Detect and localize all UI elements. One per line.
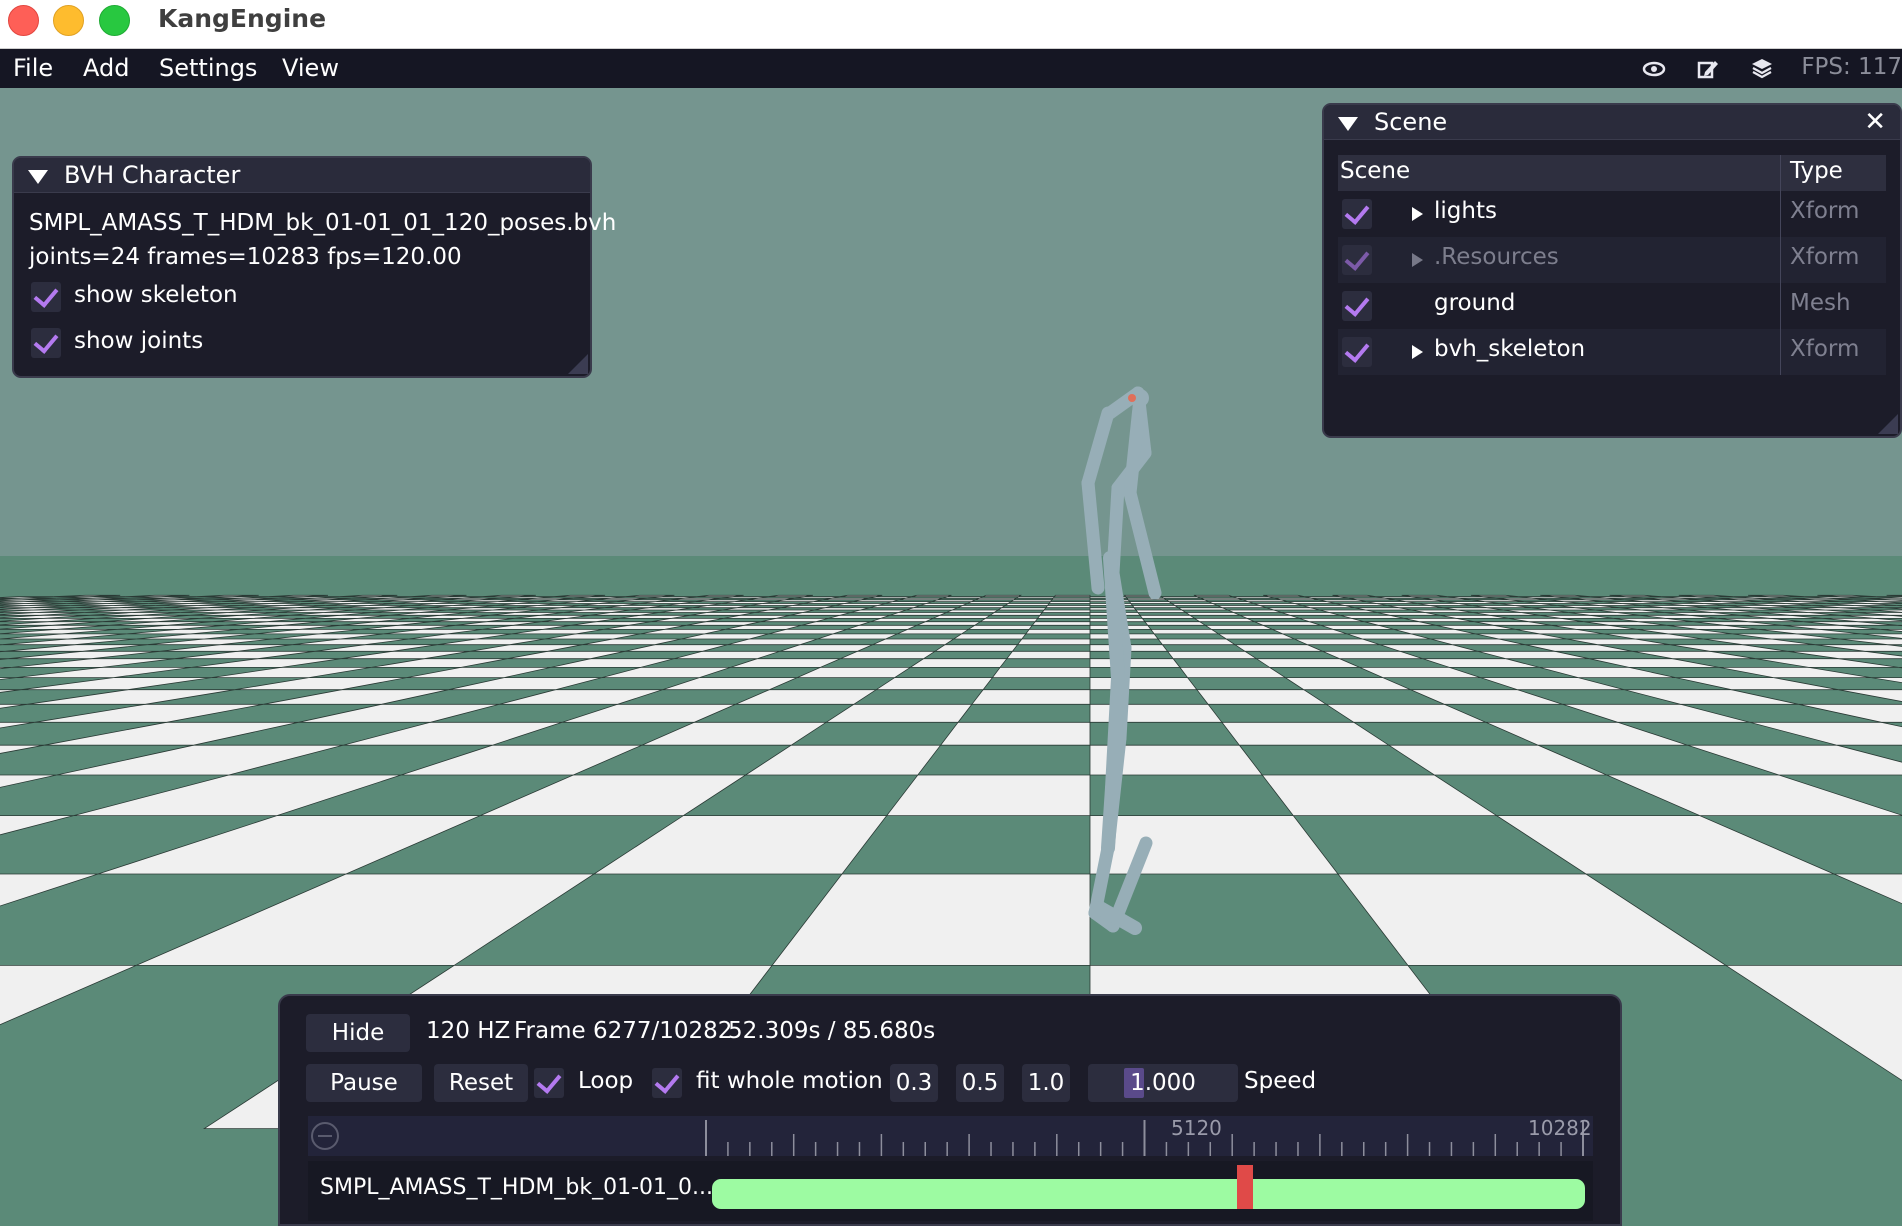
menu-file[interactable]: File xyxy=(13,54,53,82)
motion-clip-bar[interactable] xyxy=(712,1179,1585,1209)
checkmark-icon xyxy=(33,328,59,354)
column-divider xyxy=(1780,283,1781,329)
column-divider xyxy=(1780,237,1781,283)
scene-row-resources[interactable]: .Resources Xform xyxy=(1338,237,1886,283)
timeline-ruler[interactable]: 5120 10282 xyxy=(308,1116,1593,1156)
window-close-button[interactable] xyxy=(8,5,39,36)
fit-whole-motion-label: fit whole motion xyxy=(696,1068,883,1094)
app-title: KangEngine xyxy=(158,4,327,33)
show-skeleton-label: show skeleton xyxy=(74,282,238,308)
column-header-type[interactable]: Type xyxy=(1790,158,1843,184)
expand-arrow-icon[interactable] xyxy=(1412,253,1423,267)
checkmark-icon xyxy=(33,282,59,308)
bvh-panel-title: BVH Character xyxy=(64,161,241,189)
timeline-track-row[interactable]: SMPL_AMASS_T_HDM_bk_01-01_0... xyxy=(308,1161,1593,1221)
close-icon[interactable]: ✕ xyxy=(1864,107,1886,137)
scene-item-name: .Resources xyxy=(1434,244,1559,270)
eye-icon[interactable] xyxy=(1641,56,1667,82)
scene-panel-title-bar[interactable]: Scene ✕ xyxy=(1324,105,1900,140)
show-joints-checkbox[interactable] xyxy=(31,328,61,358)
ruler-ticks xyxy=(705,1120,1584,1156)
hide-button[interactable]: Hide xyxy=(306,1014,410,1052)
time-display: 52.309s / 85.680s xyxy=(728,1018,936,1044)
show-joints-label: show joints xyxy=(74,328,204,354)
scene-panel-title: Scene xyxy=(1374,108,1448,136)
speed-preset-0-3-button[interactable]: 0.3 xyxy=(890,1064,938,1102)
loop-label: Loop xyxy=(578,1068,634,1094)
pause-button[interactable]: Pause xyxy=(306,1064,422,1102)
title-bar: KangEngine xyxy=(0,0,1902,49)
checkmark-icon xyxy=(536,1068,562,1094)
visibility-checkbox[interactable] xyxy=(1342,337,1372,367)
frame-counter: Frame 6277/10282 xyxy=(514,1018,733,1044)
expand-arrow-icon[interactable] xyxy=(1412,345,1423,359)
checkmark-icon xyxy=(1344,337,1370,363)
layers-icon[interactable] xyxy=(1749,56,1775,82)
visibility-checkbox[interactable] xyxy=(1342,291,1372,321)
column-divider xyxy=(1780,329,1781,375)
scene-item-type: Mesh xyxy=(1790,290,1851,316)
menu-add[interactable]: Add xyxy=(83,54,129,82)
timeline-panel[interactable]: Hide 120 HZ Frame 6277/10282 52.309s / 8… xyxy=(278,994,1622,1226)
scene-item-type: Xform xyxy=(1790,336,1860,362)
column-header-scene[interactable]: Scene xyxy=(1340,158,1410,184)
column-divider[interactable] xyxy=(1780,155,1781,191)
expand-arrow-icon[interactable] xyxy=(1412,207,1423,221)
reset-button[interactable]: Reset xyxy=(434,1064,528,1102)
scene-item-name: ground xyxy=(1434,290,1516,316)
resize-grip[interactable] xyxy=(568,354,588,374)
checkmark-icon xyxy=(1344,245,1370,271)
playhead[interactable] xyxy=(1236,1165,1253,1209)
track-name: SMPL_AMASS_T_HDM_bk_01-01_0... xyxy=(320,1175,713,1200)
bvh-character-panel[interactable]: BVH Character SMPL_AMASS_T_HDM_bk_01-01_… xyxy=(12,156,616,378)
loop-checkbox[interactable] xyxy=(534,1068,564,1098)
speed-value: 1.000 xyxy=(1130,1070,1196,1096)
scene-item-type: Xform xyxy=(1790,198,1860,224)
scene-row-lights[interactable]: lights Xform xyxy=(1338,191,1886,237)
scene-item-name: bvh_skeleton xyxy=(1434,336,1586,362)
scene-table-header: Scene Type xyxy=(1338,155,1886,191)
checkmark-icon xyxy=(1344,291,1370,317)
fit-whole-motion-checkbox[interactable] xyxy=(652,1068,682,1098)
speed-slider[interactable]: 1.000 xyxy=(1088,1064,1238,1102)
window-minimize-button[interactable] xyxy=(53,5,84,36)
bvh-panel-title-bar[interactable]: BVH Character xyxy=(14,158,590,193)
speed-label: Speed xyxy=(1244,1068,1317,1094)
edit-icon[interactable] xyxy=(1695,56,1721,82)
menu-settings[interactable]: Settings xyxy=(159,54,257,82)
scene-panel[interactable]: Scene ✕ Scene Type lights Xform .Resourc… xyxy=(1322,103,1902,438)
resize-grip[interactable] xyxy=(1878,414,1898,434)
visibility-checkbox[interactable] xyxy=(1342,245,1372,275)
bvh-info: joints=24 frames=10283 fps=120.00 xyxy=(29,244,462,270)
collapse-triangle-icon[interactable] xyxy=(1338,117,1358,131)
scene-row-bvh-skeleton[interactable]: bvh_skeleton Xform xyxy=(1338,329,1886,375)
checkmark-icon xyxy=(1344,199,1370,225)
checkmark-icon xyxy=(654,1068,680,1094)
playback-rate: 120 HZ xyxy=(426,1018,511,1044)
menu-view[interactable]: View xyxy=(282,54,339,82)
scene-row-ground[interactable]: ground Mesh xyxy=(1338,283,1886,329)
column-divider xyxy=(1780,191,1781,237)
collapse-triangle-icon[interactable] xyxy=(28,170,48,184)
show-skeleton-checkbox[interactable] xyxy=(31,282,61,312)
window-maximize-button[interactable] xyxy=(99,5,130,36)
bvh-filename: SMPL_AMASS_T_HDM_bk_01-01_01_120_poses.b… xyxy=(29,210,617,236)
menu-bar: File Add Settings View FPS: 117 xyxy=(0,49,1902,88)
scene-tree-table: Scene Type lights Xform .Resources Xform… xyxy=(1338,155,1886,375)
fps-counter: FPS: 117 xyxy=(1801,54,1902,80)
speed-preset-0-5-button[interactable]: 0.5 xyxy=(956,1064,1004,1102)
ruler-label-10282: 10282 xyxy=(1528,1116,1592,1140)
ruler-label-5120: 5120 xyxy=(1171,1116,1222,1140)
speed-preset-1-0-button[interactable]: 1.0 xyxy=(1022,1064,1070,1102)
scene-item-name: lights xyxy=(1434,198,1497,224)
scene-item-type: Xform xyxy=(1790,244,1860,270)
visibility-checkbox[interactable] xyxy=(1342,199,1372,229)
